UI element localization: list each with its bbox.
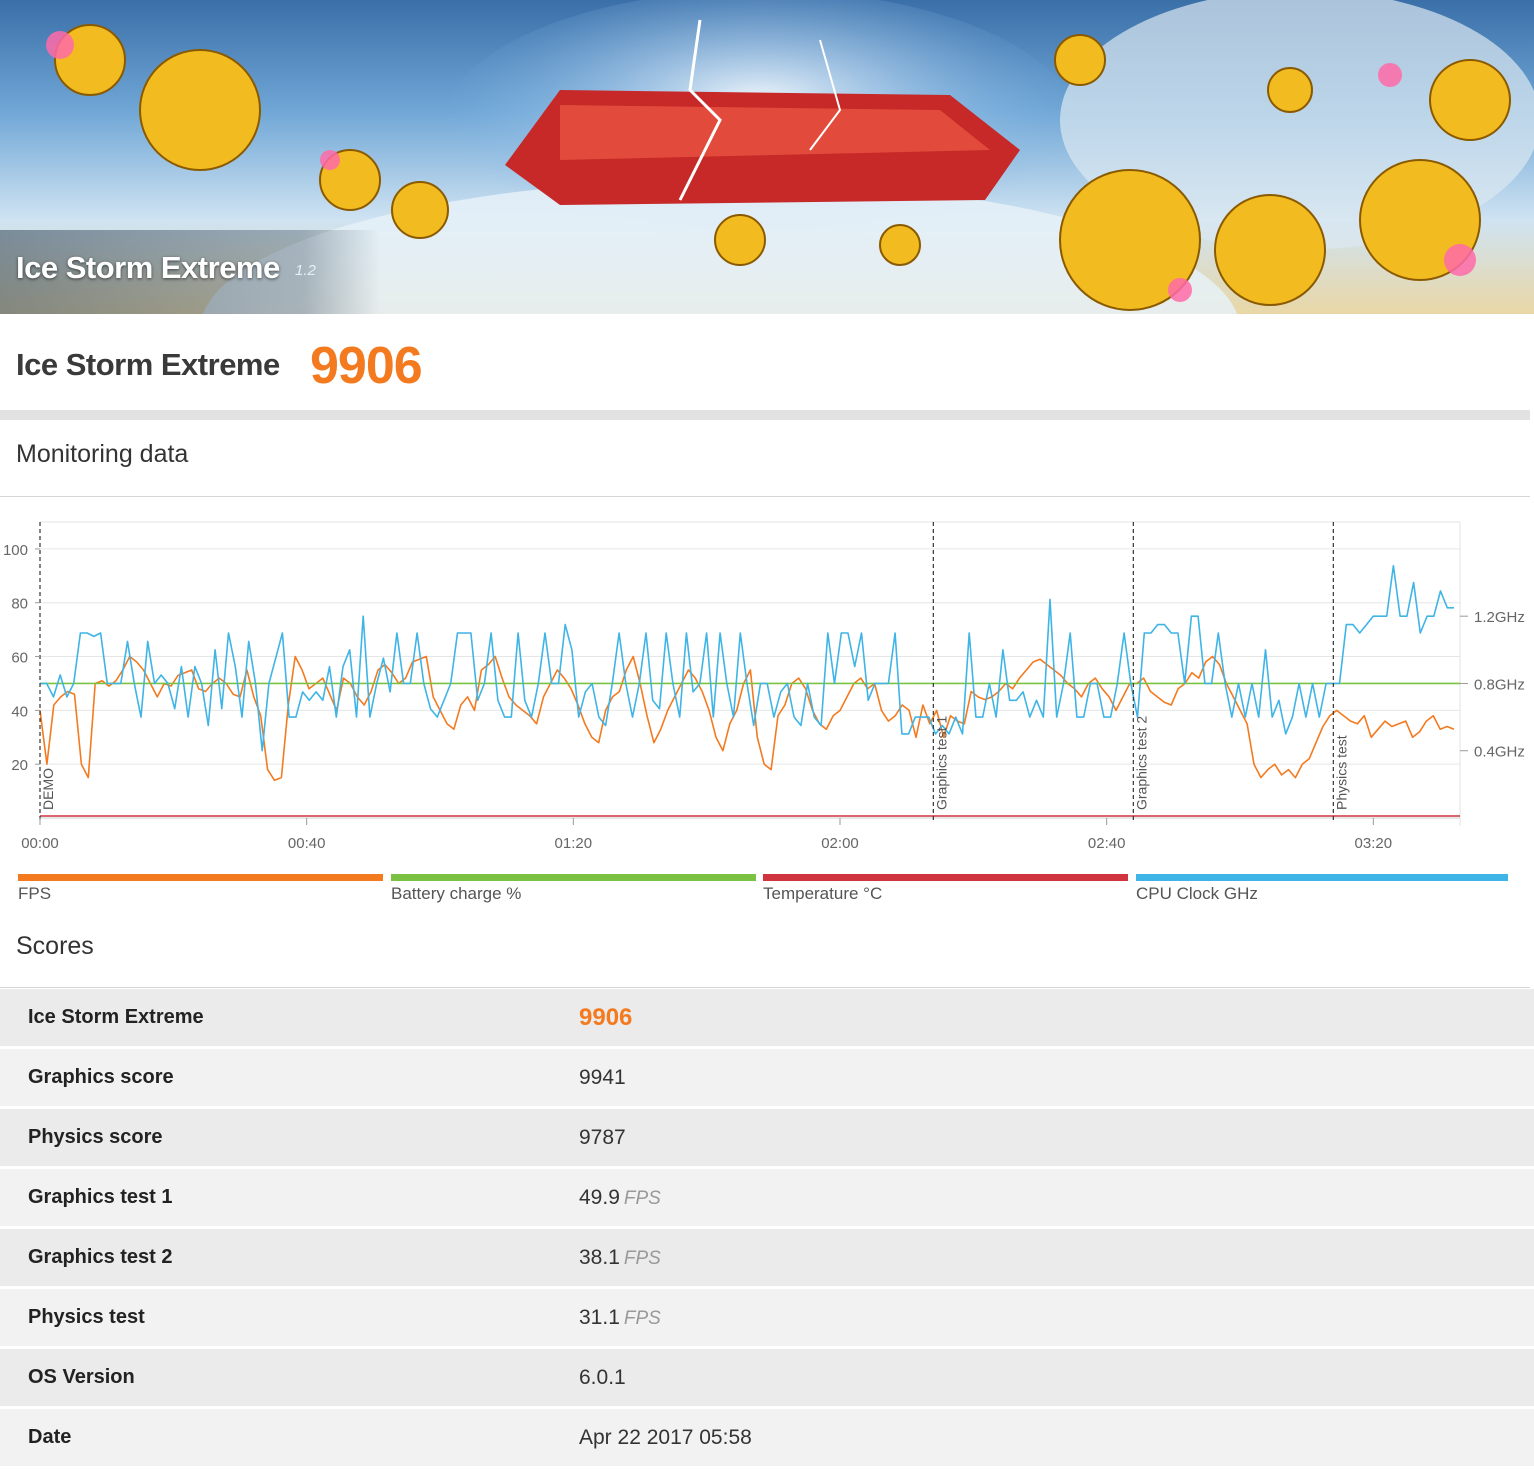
score-row-physics-test: Physics test 31.1 FPS	[0, 1287, 1534, 1349]
score-number: 9941	[579, 1065, 626, 1089]
y-tick-label: 100	[3, 542, 28, 559]
score-label: Graphics test 1	[0, 1167, 579, 1229]
legend-fps[interactable]: FPS	[18, 874, 383, 904]
y-tick-label: 40	[11, 703, 28, 720]
x-tick-label: 00:00	[21, 835, 59, 852]
x-tick-label: 03:20	[1355, 835, 1393, 852]
score-label: Date	[0, 1407, 579, 1469]
y2-tick-label: 0.4GHz	[1474, 744, 1525, 761]
banner-title: Ice Storm Extreme	[16, 250, 280, 285]
score-value: 6.0.1	[579, 1347, 1534, 1409]
score-number: 49.9	[579, 1185, 620, 1209]
x-tick-label: 02:00	[821, 835, 859, 852]
score-number: 31.1	[579, 1305, 620, 1329]
score-label: Graphics score	[0, 1047, 579, 1109]
legend-cpu-clock-label: CPU Clock GHz	[1136, 884, 1258, 903]
legend-fps-label: FPS	[18, 884, 52, 903]
score-label: OS Version	[0, 1347, 579, 1409]
marker-label: DEMO	[40, 768, 56, 810]
x-tick-label: 01:20	[555, 835, 593, 852]
monitoring-divider	[0, 496, 1530, 497]
monitoring-title: Monitoring data	[16, 440, 189, 468]
chart-grid	[40, 521, 1461, 826]
legend-temperature-swatch	[763, 874, 1128, 881]
series-fps	[39, 655, 1455, 782]
y2-tick-label: 1.2GHz	[1474, 609, 1525, 626]
banner-version: 1.2	[295, 262, 316, 279]
legend-battery-label: Battery charge %	[391, 884, 522, 903]
score-number: 9906	[579, 1003, 633, 1031]
section-divider	[0, 410, 1530, 420]
legend-battery[interactable]: Battery charge %	[391, 874, 756, 904]
legend-cpu-clock-swatch	[1136, 874, 1508, 881]
marker-label: Physics test	[1333, 735, 1349, 810]
score-label: Graphics test 2	[0, 1227, 579, 1289]
legend-fps-swatch	[18, 874, 383, 881]
overall-score: 9906	[310, 337, 423, 395]
banner-image: Ice Storm Extreme 1.2	[0, 0, 1534, 314]
marker-label: Graphics test 2	[1133, 716, 1149, 810]
marker-label: Graphics test 1	[933, 716, 949, 810]
score-unit: FPS	[623, 1307, 661, 1329]
score-row-overall: Ice Storm Extreme 9906	[0, 989, 1534, 1049]
score-value: 38.1 FPS	[579, 1227, 1534, 1289]
score-label: Ice Storm Extreme	[0, 989, 579, 1049]
score-value: 49.9 FPS	[579, 1167, 1534, 1229]
score-row-graphics-test-2: Graphics test 2 38.1 FPS	[0, 1227, 1534, 1289]
score-label: Physics test	[0, 1287, 579, 1349]
y2-tick-label: 0.8GHz	[1474, 676, 1525, 693]
score-row-physics: Physics score 9787	[0, 1107, 1534, 1169]
legend-cpu-clock[interactable]: CPU Clock GHz	[1136, 874, 1508, 904]
score-row-date: Date Apr 22 2017 05:58	[0, 1407, 1534, 1469]
series-cpu-clock-ghz	[40, 564, 1454, 752]
score-number: 6.0.1	[579, 1365, 626, 1389]
score-row-os-version: OS Version 6.0.1	[0, 1347, 1534, 1409]
score-value: 9941	[579, 1047, 1534, 1109]
x-tick-label: 02:40	[1088, 835, 1126, 852]
score-row-graphics: Graphics score 9941	[0, 1047, 1534, 1109]
y-tick-label: 60	[11, 650, 28, 667]
score-unit: FPS	[623, 1247, 661, 1269]
score-value: 9906	[579, 989, 1534, 1049]
score-value: 9787	[579, 1107, 1534, 1169]
benchmark-name: Ice Storm Extreme	[16, 347, 280, 382]
scores-divider	[0, 987, 1530, 988]
x-tick-label: 00:40	[288, 835, 326, 852]
y-tick-label: 20	[11, 757, 28, 774]
score-number: Apr 22 2017 05:58	[579, 1425, 752, 1449]
y-tick-label: 80	[11, 596, 28, 613]
score-value: 31.1 FPS	[579, 1287, 1534, 1349]
chart-series	[39, 564, 1460, 817]
score-label: Physics score	[0, 1107, 579, 1169]
monitoring-chart[interactable]: DEMO Graphics test 1 Graphics test 2 Physic…	[0, 500, 1534, 870]
score-number: 38.1	[579, 1245, 620, 1269]
scores-title: Scores	[16, 932, 94, 960]
legend-temperature[interactable]: Temperature °C	[763, 874, 1128, 904]
score-unit: FPS	[623, 1187, 661, 1209]
score-number: 9787	[579, 1125, 626, 1149]
score-value: Apr 22 2017 05:58	[579, 1407, 1534, 1469]
legend-battery-swatch	[391, 874, 756, 881]
legend-temperature-label: Temperature °C	[763, 884, 883, 903]
score-row-graphics-test-1: Graphics test 1 49.9 FPS	[0, 1167, 1534, 1229]
scores-table: Ice Storm Extreme 9906 Graphics score 99…	[0, 989, 1534, 1469]
